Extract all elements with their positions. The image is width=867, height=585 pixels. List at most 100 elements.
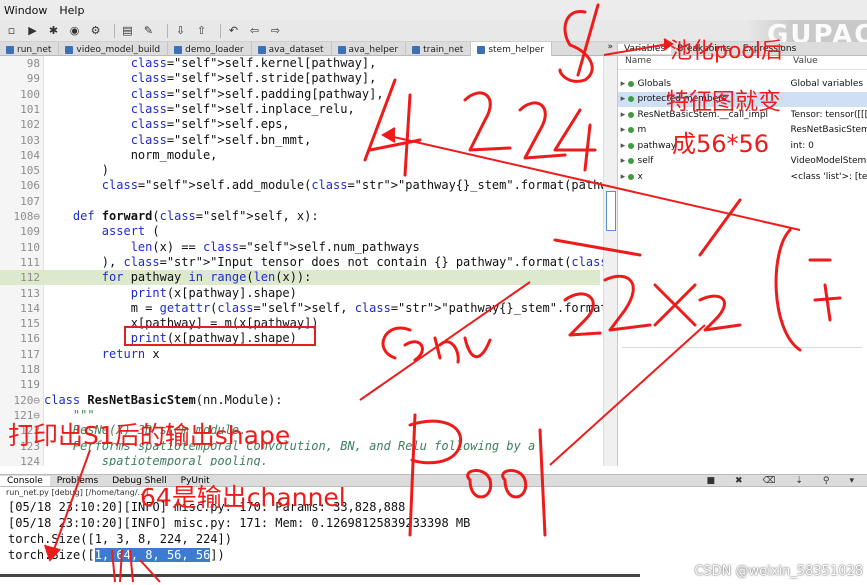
code-line[interactable]: 119 xyxy=(0,377,600,392)
line-number: 112 xyxy=(20,271,40,285)
tab-overflow-button[interactable]: » xyxy=(603,42,617,55)
console-process-label: run_net.py [debug] [/home/tang/...] xyxy=(6,488,149,497)
expand-arrow-icon[interactable]: ▸ xyxy=(618,141,628,151)
view-menu-icon[interactable]: ▾ xyxy=(842,476,861,486)
code-text: class="self">self.stride[pathway], xyxy=(130,71,377,86)
clear-console-icon[interactable]: ⌫ xyxy=(756,476,783,486)
code-line[interactable]: 114 m = getattr(class="self">self, class… xyxy=(0,301,617,316)
editor-scrollbar-thumb[interactable] xyxy=(606,191,616,231)
code-line[interactable]: 107 xyxy=(0,194,600,209)
editor-tab[interactable]: run_net xyxy=(0,42,60,56)
variable-icon xyxy=(627,173,634,180)
code-line[interactable]: 106 class="self">self.add_module(class="… xyxy=(0,178,617,193)
pencil-icon[interactable]: ✎ xyxy=(141,23,156,38)
menu-help[interactable]: Help xyxy=(59,4,84,17)
menu-window[interactable]: Window xyxy=(4,4,47,17)
editor-tab[interactable]: demo_loader xyxy=(168,42,252,56)
watermark: CSDN @weixin_58351028 xyxy=(694,564,863,579)
external-tools-icon[interactable]: ⚙ xyxy=(88,23,103,38)
line-number: 116 xyxy=(20,332,40,346)
variable-row[interactable]: ▸ x <class 'list'>: [tens xyxy=(618,169,867,184)
code-line[interactable]: 118 xyxy=(0,362,600,377)
code-line[interactable]: 109 assert ( xyxy=(0,224,600,239)
code-line[interactable]: 110 len(x) == class="self">self.num_path… xyxy=(0,240,600,255)
pin-console-icon[interactable]: ⚲ xyxy=(816,476,837,486)
line-number: 114 xyxy=(20,301,40,315)
last-edit-icon[interactable]: ↶ xyxy=(226,23,241,38)
variable-value: VideoModelStem xyxy=(790,156,867,166)
editor-tab[interactable]: ava_helper xyxy=(332,42,407,56)
code-text: class="self">self.kernel[pathway], xyxy=(130,56,377,70)
editor-scrollbar[interactable] xyxy=(603,56,617,466)
code-line[interactable]: 120⊖ class ResNetBasicStem(nn.Module): xyxy=(0,393,600,408)
line-number: 108⊖ xyxy=(13,210,41,223)
coverage-icon[interactable]: ◉ xyxy=(67,23,82,38)
run-icon[interactable]: ▶ xyxy=(25,23,40,38)
code-text: norm_module, xyxy=(44,147,218,162)
code-line[interactable]: 104 norm_module, xyxy=(0,148,600,163)
code-text: ), class="str">"Input tensor does not co… xyxy=(44,254,617,269)
code-line[interactable]: 102 class="self">self.eps, xyxy=(0,117,600,132)
expand-arrow-icon[interactable]: ▸ xyxy=(618,172,628,182)
variable-icon xyxy=(627,80,634,87)
python-file-icon xyxy=(6,45,14,54)
editor-tab-label: run_net xyxy=(17,44,52,55)
remove-launch-icon[interactable]: ✖ xyxy=(728,476,750,486)
terminate-icon[interactable]: ■ xyxy=(700,476,723,486)
toolbar-divider xyxy=(114,23,115,38)
line-number: 100 xyxy=(20,87,40,101)
code-line[interactable]: 99 class="self">self.stride[pathway], xyxy=(0,71,600,86)
code-text: class="self">self.padding[pathway], xyxy=(130,86,384,101)
code-line[interactable]: 103 class="self">self.bn_mmt, xyxy=(0,133,600,148)
code-line[interactable]: 124 spatiotemporal pooling. xyxy=(0,454,600,466)
expand-arrow-icon[interactable]: ▸ xyxy=(618,79,628,89)
code-line[interactable]: 117 return x xyxy=(0,347,600,362)
highlight-box xyxy=(124,326,316,346)
code-line[interactable]: 111 ), class="str">"Input tensor does no… xyxy=(0,255,617,270)
editor-tab-label: train_net xyxy=(423,44,464,55)
python-file-icon xyxy=(337,45,346,54)
selected-shape[interactable]: 1, 64, 8, 56, 56 xyxy=(94,548,211,562)
code-line[interactable]: 112 for pathway in range(len(x)): xyxy=(0,270,600,286)
code-editor[interactable]: 98 class="self">self.kernel[pathway], 99 … xyxy=(0,56,617,466)
menu-bar: Window Help xyxy=(0,0,867,20)
tab-problems[interactable]: Problems xyxy=(50,476,105,486)
code-line[interactable]: 113 print(x[pathway].shape) xyxy=(0,286,600,301)
code-line[interactable]: 100 class="self">self.padding[pathway], xyxy=(0,87,600,102)
python-file-icon xyxy=(412,45,421,54)
editor-tab[interactable]: ava_dataset xyxy=(252,42,332,56)
line-number: 120⊖ xyxy=(13,393,41,407)
tab-console[interactable]: Console xyxy=(0,475,50,486)
editor-tab[interactable]: train_net xyxy=(406,42,472,56)
back-icon[interactable]: ⇦ xyxy=(247,23,262,38)
python-file-icon xyxy=(174,45,183,54)
new-file-icon[interactable]: ▫ xyxy=(4,23,19,38)
console-hscrollbar[interactable] xyxy=(0,574,640,577)
editor-tab[interactable]: video_model_build xyxy=(59,42,169,56)
expand-arrow-icon[interactable]: ▸ xyxy=(618,110,628,120)
code-line[interactable]: 101 class="self">self.inplace_relu, xyxy=(0,102,600,117)
scroll-lock-icon[interactable]: ⇣ xyxy=(788,476,810,486)
code-text: len(x) == class="self">self.num_pathways xyxy=(130,239,420,254)
code-line[interactable]: 108⊖ def forward(class="self">self, x): xyxy=(0,209,600,224)
line-number: 115 xyxy=(20,317,40,331)
expand-arrow-icon[interactable]: ▸ xyxy=(618,94,628,104)
expand-arrow-icon[interactable]: ▸ xyxy=(618,125,628,135)
debug-icon[interactable]: ✱ xyxy=(46,23,61,38)
code-line[interactable]: 98 class="self">self.kernel[pathway], xyxy=(0,56,600,71)
code-line[interactable]: 105 ) xyxy=(0,163,600,178)
forward-icon[interactable]: ⇨ xyxy=(268,23,283,38)
line-number: 99 xyxy=(26,72,40,86)
open-folder-icon[interactable]: ▤ xyxy=(120,23,135,38)
editor-tab[interactable]: stem_helper xyxy=(471,42,553,56)
expand-arrow-icon[interactable]: ▸ xyxy=(618,156,628,166)
prev-annotation-icon[interactable]: ⇧ xyxy=(194,23,209,38)
tab-variables[interactable]: Variables xyxy=(618,43,672,54)
code-text: class="self">self.bn_mmt, xyxy=(130,132,312,147)
line-number: 102 xyxy=(20,118,40,132)
variable-value: <class 'list'>: [tens xyxy=(790,171,867,182)
next-annotation-icon[interactable]: ⇩ xyxy=(173,23,188,38)
line-number: 98 xyxy=(26,57,40,70)
console-toolbar: ■ ✖ ⌫ ⇣ ⚲ ▾ xyxy=(700,476,867,486)
console-prefix: torch.Size([ xyxy=(8,548,95,562)
